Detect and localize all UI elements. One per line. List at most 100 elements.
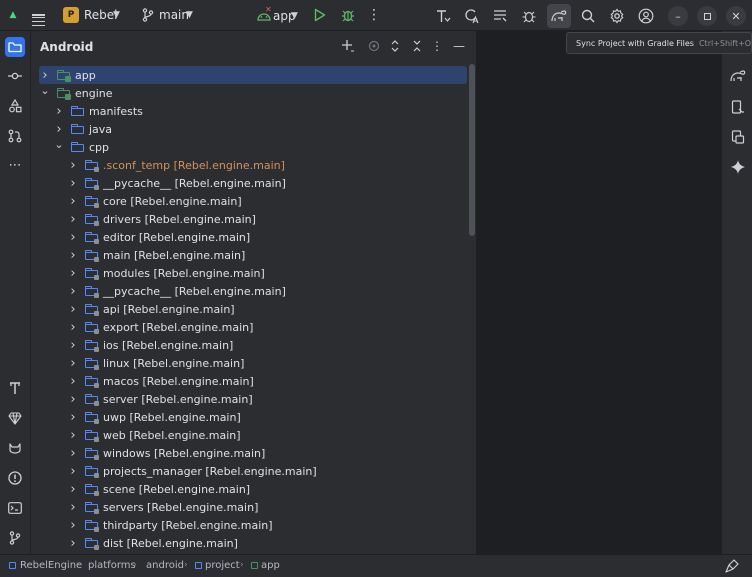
project-badge[interactable]: P (63, 7, 79, 23)
tree-row[interactable]: › windows [Rebel.engine.main] (31, 444, 469, 462)
tree-row[interactable]: › macos [Rebel.engine.main] (31, 372, 469, 390)
tree-row[interactable]: › java (31, 120, 469, 138)
chevron-right-icon[interactable]: › (68, 336, 78, 354)
tree-row[interactable]: › scene [Rebel.engine.main] (31, 480, 469, 498)
chevron-right-icon[interactable]: › (68, 264, 78, 282)
chevron-right-icon[interactable]: › (68, 156, 78, 174)
chevron-right-icon[interactable]: › (68, 390, 78, 408)
close-button[interactable]: ✕ (726, 6, 746, 26)
chevron-right-icon[interactable]: › (68, 480, 78, 498)
project-folder-icon[interactable] (5, 37, 25, 57)
chevron-right-icon[interactable]: › (68, 516, 78, 534)
chevron-right-icon[interactable]: › (68, 498, 78, 516)
tree-row[interactable]: › core [Rebel.engine.main] (31, 192, 469, 210)
chevron-down-icon[interactable]: ⌄ (54, 135, 64, 153)
tree-row[interactable]: › dist [Rebel.engine.main] (31, 534, 469, 552)
tree-row[interactable]: › uwp [Rebel.engine.main] (31, 408, 469, 426)
chevron-down-icon[interactable]: ⌄ (77, 43, 85, 53)
translate-icon[interactable] (462, 6, 482, 26)
expand-all-icon[interactable] (387, 38, 403, 54)
pull-requests-icon[interactable] (5, 126, 25, 146)
chevron-right-icon[interactable]: › (68, 462, 78, 480)
tree-row[interactable]: › modules [Rebel.engine.main] (31, 264, 469, 282)
logcat-cat-icon[interactable] (5, 438, 25, 458)
git-branch-icon[interactable] (141, 7, 155, 23)
breadcrumb-item[interactable]: app (261, 560, 280, 571)
terminal-icon[interactable] (5, 498, 25, 518)
profiler-bug-icon[interactable] (519, 6, 539, 26)
tree-row[interactable]: › .sconf_temp [Rebel.engine.main] (31, 156, 469, 174)
logcat-icon[interactable] (490, 6, 510, 26)
chevron-down-icon[interactable]: ▼ (186, 10, 193, 20)
chevron-right-icon[interactable]: › (68, 426, 78, 444)
tree-row[interactable]: › linux [Rebel.engine.main] (31, 354, 469, 372)
chevron-right-icon[interactable]: › (68, 282, 78, 300)
tree-row[interactable]: › api [Rebel.engine.main] (31, 300, 469, 318)
commit-icon[interactable] (5, 66, 25, 86)
build-variants-icon[interactable] (433, 6, 453, 26)
chevron-right-icon[interactable]: › (68, 174, 78, 192)
tree-row[interactable]: ⌄ cpp (31, 138, 469, 156)
chevron-right-icon[interactable]: › (68, 534, 78, 552)
tree-row[interactable]: › server [Rebel.engine.main] (31, 390, 469, 408)
tree-row[interactable]: ⌄ engine (31, 84, 469, 102)
chevron-right-icon[interactable]: › (68, 210, 78, 228)
tree-row[interactable]: › main [Rebel.engine.main] (31, 246, 469, 264)
gemini-sparkle-icon[interactable] (728, 157, 748, 177)
scrollbar-thumb[interactable] (469, 64, 475, 236)
chevron-right-icon[interactable]: › (68, 408, 78, 426)
chevron-right-icon[interactable]: › (68, 318, 78, 336)
chevron-right-icon[interactable]: › (68, 246, 78, 264)
tree-row[interactable]: › thirdparty [Rebel.engine.main] (31, 516, 469, 534)
more-tools-icon[interactable]: ⋯ (5, 155, 25, 175)
resource-manager-icon[interactable] (5, 96, 25, 116)
chevron-right-icon[interactable]: › (68, 192, 78, 210)
tree-row[interactable]: › projects_manager [Rebel.engine.main] (31, 462, 469, 480)
tree-row[interactable]: › editor [Rebel.engine.main] (31, 228, 469, 246)
chevron-down-icon[interactable]: ▼ (113, 10, 120, 20)
chevron-right-icon[interactable]: › (68, 354, 78, 372)
problems-icon[interactable] (5, 468, 25, 488)
collapse-all-icon[interactable] (409, 38, 425, 54)
chevron-down-icon[interactable]: ⌄ (40, 81, 50, 99)
add-icon[interactable] (340, 38, 356, 54)
notifications-icon[interactable] (724, 558, 740, 574)
search-icon[interactable] (578, 6, 598, 26)
tree-row[interactable]: › web [Rebel.engine.main] (31, 426, 469, 444)
main-menu-icon[interactable] (30, 7, 46, 27)
gemini-diamond-icon[interactable] (5, 408, 25, 428)
device-manager-icon[interactable] (728, 97, 748, 117)
chevron-right-icon[interactable]: › (54, 102, 64, 120)
more-vertical-icon[interactable]: ⋮ (367, 7, 381, 23)
maximize-button[interactable] (697, 6, 717, 26)
breadcrumb-item[interactable]: android (146, 560, 184, 571)
tree-row[interactable]: › manifests (31, 102, 469, 120)
tree-row[interactable]: › drivers [Rebel.engine.main] (31, 210, 469, 228)
tree-row[interactable]: › servers [Rebel.engine.main] (31, 498, 469, 516)
run-icon[interactable] (312, 7, 328, 23)
hide-panel-icon[interactable]: — (451, 38, 467, 54)
tree-row[interactable]: › app (39, 66, 467, 84)
account-icon[interactable] (636, 6, 656, 26)
tree-row[interactable]: › export [Rebel.engine.main] (31, 318, 469, 336)
debug-icon[interactable] (340, 7, 356, 23)
chevron-right-icon[interactable]: › (68, 372, 78, 390)
branch-name[interactable]: main (159, 8, 189, 22)
chevron-down-icon[interactable]: ▼ (291, 11, 298, 21)
gradle-elephant-icon[interactable] (728, 66, 748, 86)
tree-row[interactable]: › ios [Rebel.engine.main] (31, 336, 469, 354)
version-control-icon[interactable] (5, 528, 25, 548)
build-hammer-icon[interactable] (5, 378, 25, 398)
breadcrumb-item[interactable]: RebelEngine (20, 560, 82, 571)
chevron-right-icon[interactable]: › (68, 300, 78, 318)
minimize-button[interactable]: – (668, 6, 688, 26)
project-view-selector[interactable]: Android (40, 40, 93, 54)
gear-icon[interactable] (607, 6, 627, 26)
options-more-icon[interactable]: ⋮ (429, 38, 445, 54)
tree-row[interactable]: › __pycache__ [Rebel.engine.main] (31, 174, 469, 192)
breadcrumb-item[interactable]: platforms (88, 560, 136, 571)
select-opened-file-icon[interactable] (366, 38, 382, 54)
tree-row[interactable]: › __pycache__ [Rebel.engine.main] (31, 282, 469, 300)
chevron-right-icon[interactable]: › (68, 228, 78, 246)
running-devices-icon[interactable] (728, 127, 748, 147)
